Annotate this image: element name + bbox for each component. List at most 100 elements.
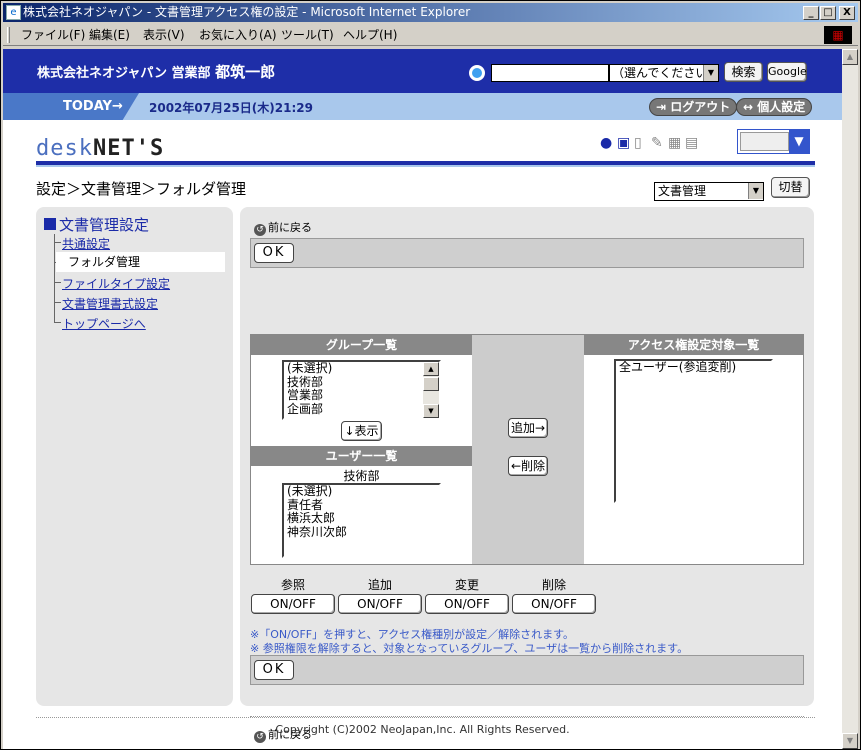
sidebar-item-common-settings[interactable]: 共通設定 [62, 235, 110, 252]
sidebar-item-document-format-settings[interactable]: 文書管理書式設定 [62, 295, 158, 312]
tree-line [54, 234, 55, 322]
group-list-header: グループ一覧 [251, 335, 472, 355]
group-listbox[interactable]: (未選択) 技術部 営業部 企画部 ▲ ▼ [282, 360, 441, 420]
ok-button-top[interactable]: OK [254, 243, 294, 263]
search-scope-select[interactable]: （選んでください） ▼ [609, 64, 719, 82]
user-option[interactable]: (未選択) [287, 485, 439, 499]
perm-label-delete: 削除 [541, 578, 566, 592]
menu-view[interactable]: 表示(V) [143, 27, 185, 43]
sidebar-title: 文書管理設定 [44, 214, 149, 235]
group-list-scrollbar[interactable]: ▲ ▼ [423, 362, 439, 418]
add-button[interactable]: 追加→ [508, 418, 548, 438]
show-users-button[interactable]: ↓表示 [341, 421, 382, 441]
function-icons: ● ▣ ▯ ✎ ▦ ▤ [600, 135, 702, 155]
tree-tick [54, 242, 61, 243]
toolbar-grip [7, 27, 10, 43]
app-header: 株式会社ネオジャパン 営業部 都筑一郎 （選んでください） ▼ 検索 Googl… [3, 49, 842, 93]
user-option[interactable]: 神奈川次郎 [287, 525, 439, 540]
app-switch-button[interactable]: ▼ [737, 129, 810, 154]
logout-button[interactable]: ⇥ ログアウト [649, 98, 738, 116]
menu-bar: ファイル(F) 編集(E) 表示(V) お気に入り(A) ツール(T) ヘルプ(… [3, 24, 858, 46]
square-bullet-icon [44, 218, 56, 230]
chevron-down-icon: ▼ [748, 183, 763, 199]
ok-bar-bottom: OK [250, 655, 804, 685]
personal-settings-button[interactable]: ↔ 個人設定 [736, 98, 813, 116]
edit-icon[interactable]: ✎ [651, 135, 668, 151]
table-icon[interactable]: ▦ [668, 135, 685, 151]
access-target-header: アクセス権設定対象一覧 [584, 335, 803, 355]
note-read-permission: ※ 参照権限を解除すると、対象となっているグループ、ユーザは一覧から削除されます… [250, 642, 689, 655]
menu-edit[interactable]: 編集(E) [89, 27, 130, 43]
minimize-button[interactable]: _ [803, 6, 819, 20]
page-viewport: 株式会社ネオジャパン 営業部 都筑一郎 （選んでください） ▼ 検索 Googl… [3, 49, 842, 749]
maximize-button[interactable]: □ [820, 6, 836, 20]
org-chart-icon[interactable]: ▣ [617, 135, 634, 151]
header-divider-light [36, 165, 815, 167]
google-button[interactable]: Google [767, 62, 807, 82]
tree-tick [54, 302, 61, 303]
tree-tick [54, 322, 61, 323]
app-preview-icon [740, 132, 789, 151]
search-input[interactable] [491, 64, 609, 82]
scroll-down-icon[interactable]: ▼ [423, 404, 439, 418]
toggle-delete-button[interactable]: ON/OFF [512, 594, 596, 614]
ie-page-icon: e [6, 5, 21, 20]
title-bar: e 株式会社ネオジャパン - 文書管理アクセス権の設定 - Microsoft … [3, 3, 858, 22]
user-group-label: 技術部 [343, 469, 380, 483]
access-target-option[interactable]: 全ユーザー(参追変削) [619, 361, 771, 375]
sidebar-item-top-page[interactable]: トップページへ [62, 315, 146, 332]
user-info: 株式会社ネオジャパン 営業部 都筑一郎 [37, 61, 275, 82]
copyright: Copyright (C)2002 NeoJapan,Inc. All Righ… [275, 723, 570, 736]
dept-name: 営業部 [171, 66, 211, 81]
switch-button[interactable]: 切替 [771, 177, 810, 198]
user-icon[interactable]: ● [600, 135, 617, 151]
toggle-modify-button[interactable]: ON/OFF [425, 594, 509, 614]
menu-help[interactable]: ヘルプ(H) [343, 27, 397, 43]
module-select[interactable]: 文書管理 ▼ [654, 182, 764, 201]
sidebar-item-folder-management: フォルダ管理 [56, 252, 225, 272]
user-name: 都筑一郎 [215, 63, 276, 81]
desknets-logo: deskNET'S [36, 136, 165, 161]
group-option[interactable]: 企画部 [287, 402, 439, 417]
menu-file[interactable]: ファイル(F) [21, 27, 85, 43]
today-bar: TODAY→ 2002年07月25日(木)21:29 ⇥ ログアウト ↔ 個人設… [3, 93, 842, 120]
scroll-up-icon[interactable]: ▲ [423, 362, 439, 376]
ok-button-bottom[interactable]: OK [254, 660, 294, 680]
user-option[interactable]: 責任者 [287, 498, 439, 513]
user-listbox[interactable]: (未選択) 責任者 横浜太郎 神奈川次郎 [282, 483, 441, 558]
scroll-down-icon[interactable]: ▼ [842, 733, 858, 749]
remove-button[interactable]: ←削除 [508, 456, 548, 476]
settings-sidebar: 文書管理設定 共通設定 フォルダ管理 ファイルタイプ設定 文書管理書式設定 トッ… [36, 207, 233, 706]
page-scrollbar[interactable]: ▲ ▼ [842, 49, 858, 749]
search-icon [469, 65, 485, 81]
user-option[interactable]: 横浜太郎 [287, 511, 439, 526]
menu-tools[interactable]: ツール(T) [281, 27, 334, 43]
back-link-top[interactable]: ↺ 前に戻る [254, 219, 312, 236]
company-name: 株式会社ネオジャパン [37, 66, 168, 81]
sidebar-item-file-type-settings[interactable]: ファイルタイプ設定 [62, 275, 170, 292]
module-select-value: 文書管理 [658, 184, 707, 198]
logout-label: ログアウト [670, 100, 731, 114]
windows-logo-icon: ▦ [824, 26, 852, 44]
menu-favorites[interactable]: お気に入り(A) [199, 27, 277, 43]
toggle-read-button[interactable]: ON/OFF [251, 594, 335, 614]
window-title: 株式会社ネオジャパン - 文書管理アクセス権の設定 - Microsoft In… [23, 5, 471, 19]
back-arrow-icon: ↺ [254, 224, 266, 236]
group-option[interactable]: 営業部 [287, 388, 439, 403]
chevron-down-icon: ▼ [789, 130, 809, 153]
search-button[interactable]: 検索 [724, 62, 763, 82]
footer-divider [36, 717, 815, 718]
perm-label-modify: 変更 [454, 578, 479, 592]
list-icon[interactable]: ▤ [685, 135, 702, 151]
document-icon[interactable]: ▯ [634, 135, 651, 151]
scroll-thumb[interactable] [423, 377, 439, 391]
tree-tick [54, 282, 61, 283]
breadcrumb: 設定＞文書管理＞フォルダ管理 [36, 180, 247, 198]
toggle-add-button[interactable]: ON/OFF [338, 594, 422, 614]
perm-label-read: 参照 [280, 578, 305, 592]
scroll-up-icon[interactable]: ▲ [842, 49, 858, 65]
close-button[interactable]: X [839, 6, 855, 20]
group-option[interactable]: 技術部 [287, 375, 439, 390]
group-option[interactable]: (未選択) [287, 362, 439, 376]
access-target-listbox[interactable]: 全ユーザー(参追変削) [614, 359, 773, 503]
